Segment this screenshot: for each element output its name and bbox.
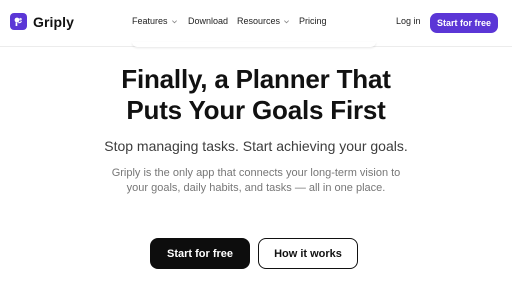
how-it-works-button[interactable]: How it works <box>258 238 358 269</box>
brand-logo-link[interactable]: Griply <box>10 13 74 30</box>
top-navigation-bar: Griply Features Download Resources Prici… <box>0 0 512 46</box>
chevron-down-icon <box>171 19 177 23</box>
page: Griply Features Download Resources Prici… <box>0 0 512 288</box>
hero-title-line-2: Puts Your Goals First <box>126 95 386 125</box>
brand-name: Griply <box>33 13 75 30</box>
nav-item-resources[interactable]: Resources <box>237 16 290 26</box>
hero-subtitle: Stop managing tasks. Start achieving you… <box>104 138 408 154</box>
header-decorative-band <box>132 42 376 47</box>
hero-title-line-1: Finally, a Planner That <box>121 64 391 94</box>
hero-title: Finally, a Planner That Puts Your Goals … <box>0 64 512 126</box>
hero-description: Griply is the only app that connects you… <box>111 167 401 194</box>
nav-item-features[interactable]: Features <box>132 16 178 26</box>
nav-item-label: Pricing <box>299 16 327 26</box>
start-for-free-button[interactable]: Start for free <box>150 238 250 269</box>
nav-item-label: Features <box>132 16 168 26</box>
nav-item-label: Resources <box>237 16 281 26</box>
nav-item-download[interactable]: Download <box>188 16 228 26</box>
start-for-free-header-button[interactable]: Start for free <box>430 13 498 33</box>
nav-item-pricing[interactable]: Pricing <box>299 16 327 26</box>
login-link[interactable]: Log in <box>396 16 421 26</box>
chevron-down-icon <box>284 19 290 23</box>
griply-logo-icon <box>10 13 27 30</box>
nav-item-label: Download <box>188 16 229 26</box>
